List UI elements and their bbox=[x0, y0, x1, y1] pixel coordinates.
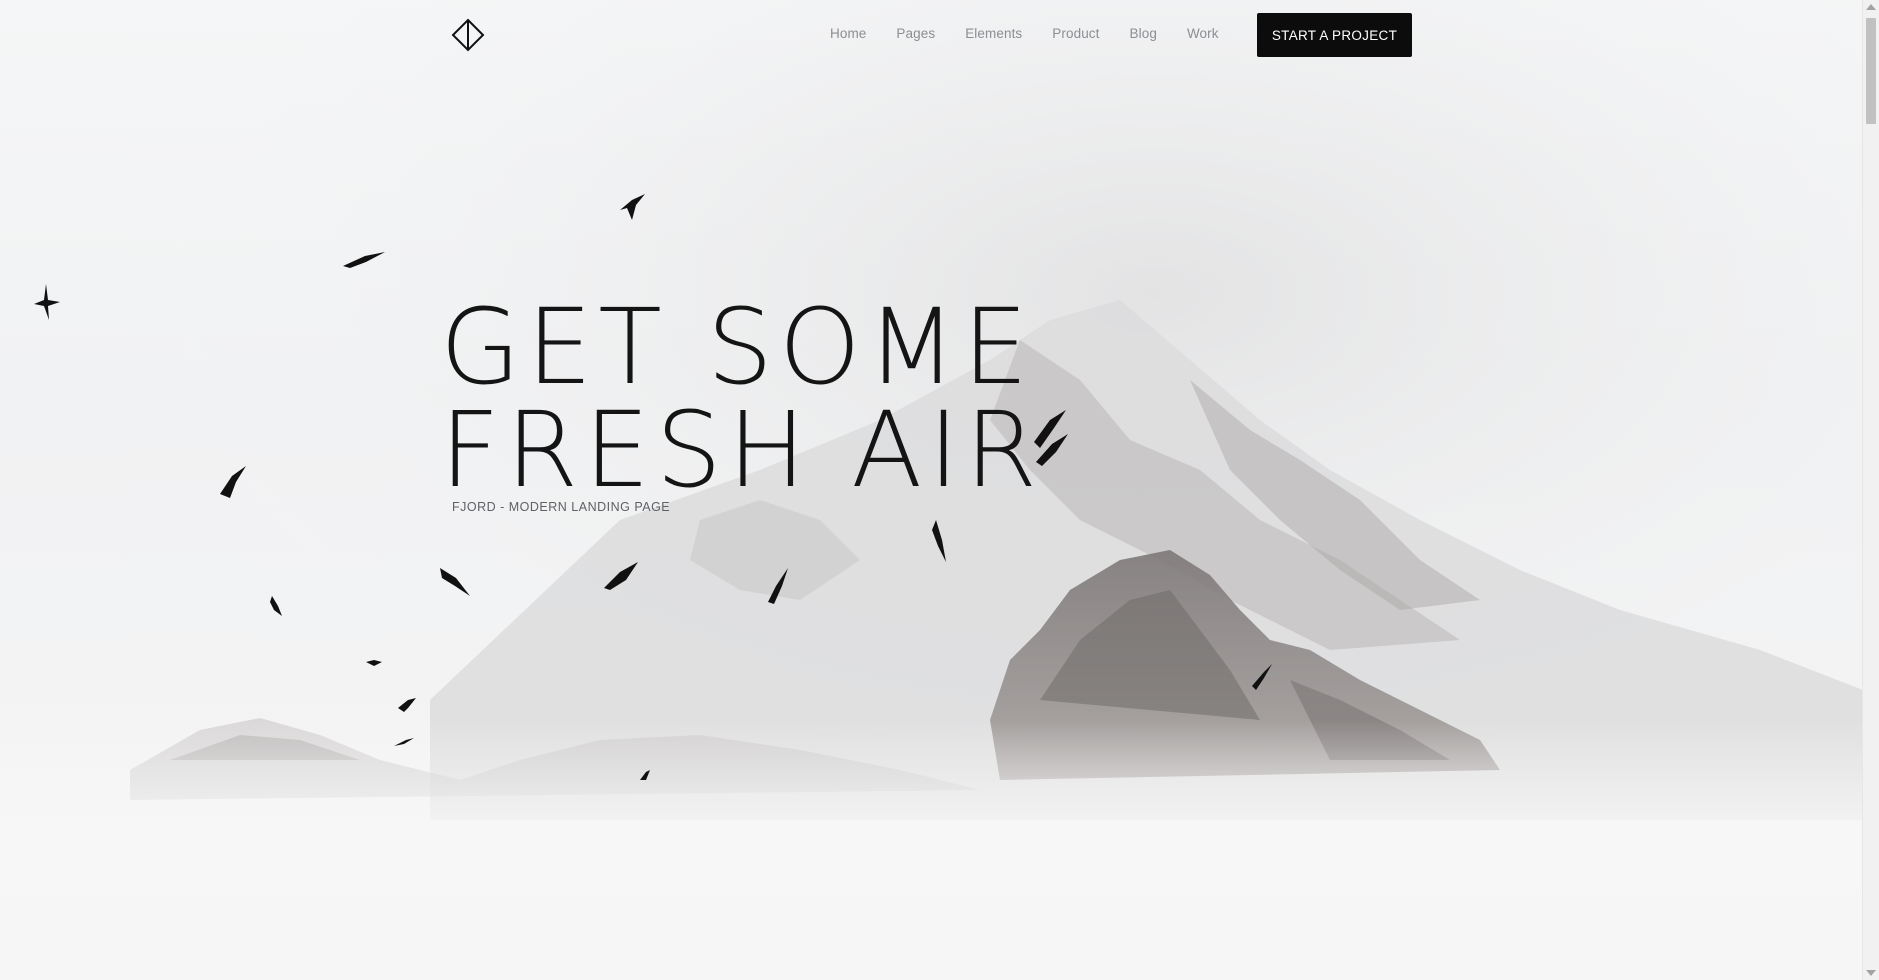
start-project-button[interactable]: START A PROJECT bbox=[1257, 13, 1412, 57]
hero-subtitle: FJORD - MODERN LANDING PAGE bbox=[452, 500, 671, 514]
scroll-down-icon[interactable] bbox=[1866, 970, 1876, 976]
scrollbar-thumb[interactable] bbox=[1866, 18, 1876, 124]
main-menu: Home Pages Elements Product Blog Work bbox=[830, 24, 1249, 44]
nav-item-elements[interactable]: Elements bbox=[965, 24, 1022, 44]
hero-section: Home Pages Elements Product Blog Work ST… bbox=[0, 0, 1863, 980]
nav-item-pages[interactable]: Pages bbox=[896, 24, 935, 44]
top-navigation: Home Pages Elements Product Blog Work ST… bbox=[0, 0, 1863, 70]
nav-item-work[interactable]: Work bbox=[1187, 24, 1219, 44]
headline-line-1: GET SOME bbox=[440, 286, 1035, 408]
nav-item-blog[interactable]: Blog bbox=[1130, 24, 1157, 44]
nav-item-home[interactable]: Home bbox=[830, 24, 866, 44]
vertical-scrollbar[interactable] bbox=[1862, 0, 1879, 980]
headline-line-2: FRESH AIR bbox=[440, 389, 1044, 511]
nav-item-product[interactable]: Product bbox=[1052, 24, 1099, 44]
hero-headline: GET SOME FRESH AIR bbox=[440, 286, 1044, 511]
scroll-up-icon[interactable] bbox=[1866, 4, 1876, 10]
diamond-logo-icon[interactable] bbox=[450, 17, 486, 53]
